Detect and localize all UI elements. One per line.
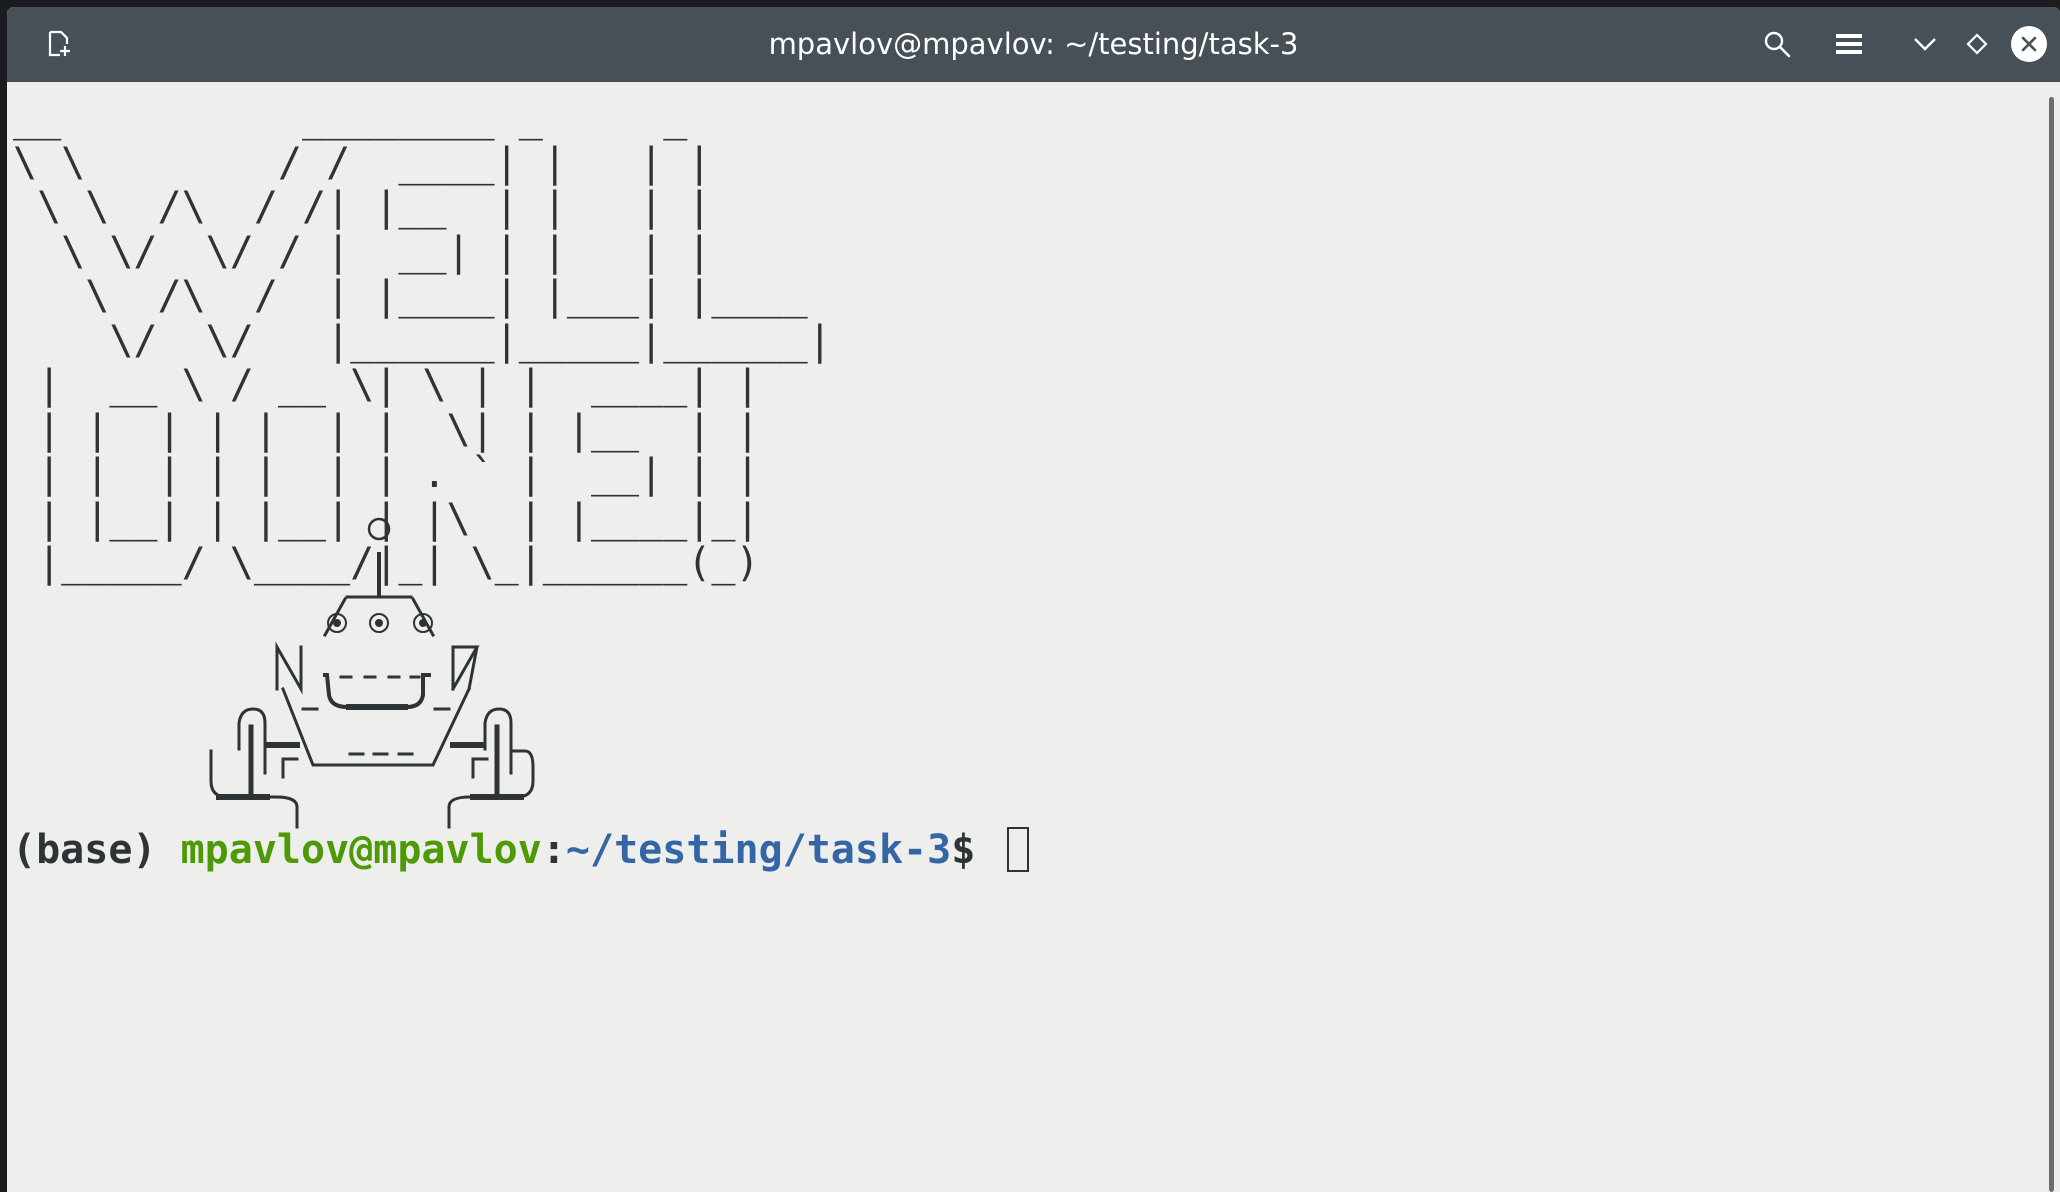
prompt-separator: :: [541, 827, 566, 873]
scrollbar[interactable]: [2044, 97, 2060, 1192]
minimize-button[interactable]: [1900, 19, 1950, 69]
headerbar: mpavlov@mpavlov: ~/testing/task-3: [7, 7, 2060, 82]
search-button[interactable]: [1752, 19, 1802, 69]
search-icon: [1762, 29, 1792, 59]
text-cursor[interactable]: [1007, 827, 1030, 872]
menu-button[interactable]: [1824, 19, 1874, 69]
terminal-area[interactable]: __ ________ _ _ \ \ / / ____| | | | \ \ …: [7, 82, 2060, 1192]
close-button[interactable]: [2004, 19, 2054, 69]
hamburger-menu-icon: [1834, 29, 1864, 59]
maximize-button[interactable]: [1952, 19, 2002, 69]
chevron-down-icon: [1910, 29, 1940, 59]
prompt-symbol: $: [951, 827, 1000, 873]
close-icon: [2011, 26, 2047, 62]
new-tab-icon: [45, 29, 75, 59]
terminal-window: mpavlov@mpavlov: ~/testing/task-3 __ ___…: [7, 7, 2060, 1192]
shell-prompt: (base) mpavlov@mpavlov:~/testing/task-3$: [12, 825, 1030, 875]
prompt-path: ~/testing/task-3: [565, 827, 952, 873]
new-tab-button[interactable]: [35, 19, 85, 69]
prompt-user-host: mpavlov@mpavlov: [180, 827, 542, 873]
diamond-icon: [1962, 29, 1992, 59]
prompt-env: (base): [12, 827, 181, 873]
scrollbar-thumb[interactable]: [2049, 97, 2054, 1192]
